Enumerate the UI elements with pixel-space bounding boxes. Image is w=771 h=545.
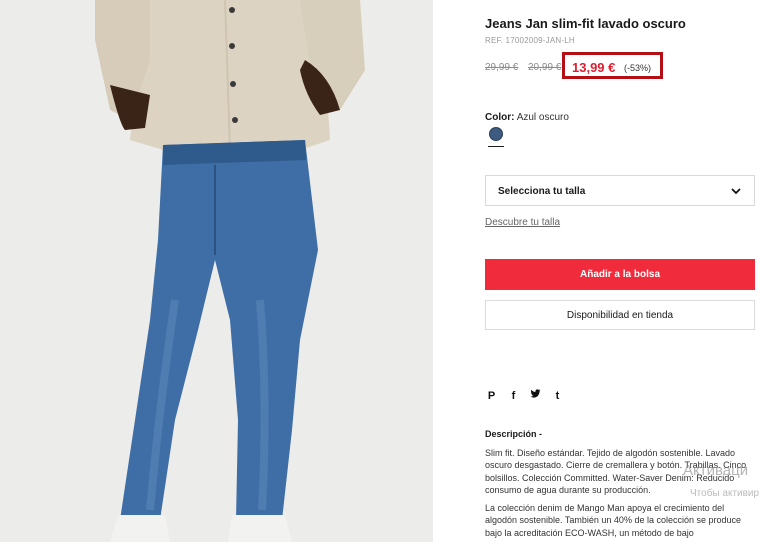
store-availability-button[interactable]: Disponibilidad en tienda bbox=[485, 300, 755, 330]
twitter-icon[interactable] bbox=[529, 389, 542, 402]
description-body: Slim fit. Diseño estándar. Tejido de alg… bbox=[485, 447, 755, 545]
color-value: Azul oscuro bbox=[516, 112, 569, 123]
pinterest-icon[interactable]: P bbox=[485, 390, 498, 402]
previous-price: 20,99 € bbox=[528, 62, 562, 73]
discount-badge: (-53%) bbox=[624, 63, 652, 73]
sale-price: 13,99 € bbox=[572, 60, 616, 75]
tumblr-icon[interactable]: t bbox=[551, 390, 564, 402]
product-photo[interactable] bbox=[0, 0, 433, 542]
product-ref: REF. 17002009-JAN-LH bbox=[485, 36, 575, 45]
selected-swatch-underline bbox=[488, 146, 504, 147]
size-select[interactable]: Selecciona tu talla bbox=[485, 175, 755, 206]
chevron-down-icon bbox=[731, 188, 741, 195]
color-label: Color: Azul oscuro bbox=[485, 112, 569, 123]
product-info-panel: Jeans Jan slim-fit lavado oscuro REF. 17… bbox=[485, 0, 771, 542]
description-paragraph-2: La colección denim de Mango Man apoya el… bbox=[485, 503, 742, 538]
product-title: Jeans Jan slim-fit lavado oscuro bbox=[485, 16, 686, 31]
description-title[interactable]: Descripción - bbox=[485, 429, 542, 439]
size-select-label: Selecciona tu talla bbox=[498, 186, 586, 197]
facebook-icon[interactable]: f bbox=[507, 390, 520, 402]
model-wearing-jeans-image bbox=[0, 0, 433, 542]
description-paragraph-1: Slim fit. Diseño estándar. Tejido de alg… bbox=[485, 448, 747, 495]
size-guide-link[interactable]: Descubre tu talla bbox=[485, 217, 560, 228]
color-label-title: Color: bbox=[485, 112, 515, 123]
add-to-bag-button[interactable]: Añadir a la bolsa bbox=[485, 259, 755, 290]
color-swatch-azul-oscuro[interactable] bbox=[489, 127, 503, 141]
original-price: 29,99 € bbox=[485, 62, 519, 73]
share-icons: P f t bbox=[485, 389, 564, 402]
